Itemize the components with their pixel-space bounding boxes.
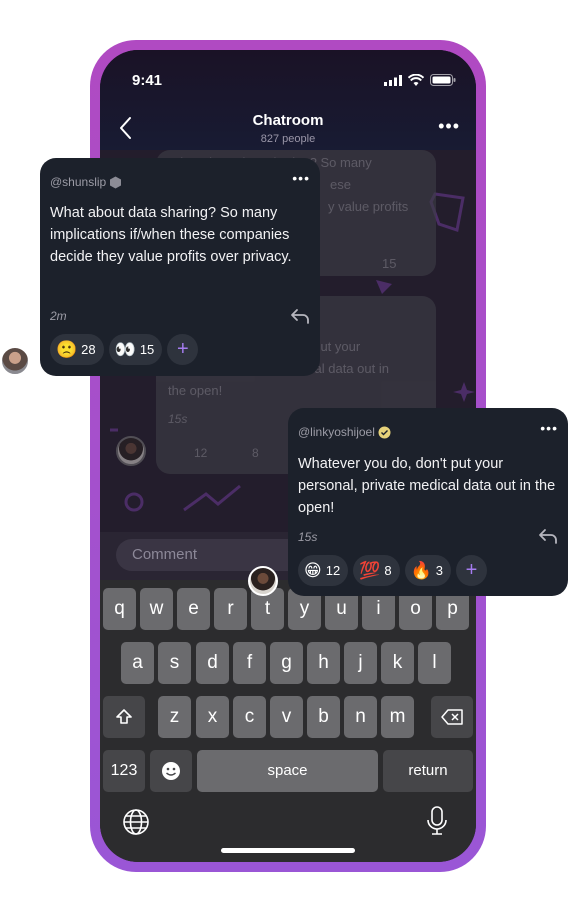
more-options-button[interactable]: ••• — [438, 116, 460, 137]
status-time: 9:41 — [132, 72, 163, 89]
globe-icon — [123, 809, 149, 835]
reply-button[interactable] — [290, 308, 310, 324]
reaction-chip[interactable]: 🔥 3 — [404, 555, 452, 586]
reaction-emoji: 🙁 — [56, 340, 78, 359]
message-bubble[interactable]: @shunslip ••• What about data sharing? S… — [40, 158, 320, 376]
key-c[interactable]: c — [233, 696, 266, 738]
reaction-chip[interactable]: 🙁 28 — [50, 334, 104, 365]
status-bar: 9:41 — [100, 50, 476, 98]
reaction-emoji: 💯 — [359, 561, 381, 580]
reaction-row: 😁 12 💯 8 🔥 3 + — [298, 555, 488, 586]
key-q[interactable]: q — [103, 588, 136, 630]
reply-icon — [539, 529, 557, 544]
message-text: Whatever you do, don't put your personal… — [298, 456, 556, 516]
microphone-icon — [427, 806, 447, 835]
key-x[interactable]: x — [196, 696, 229, 738]
message-bubble[interactable]: @linkyoshijoel ••• Whatever you do, don'… — [288, 408, 568, 596]
delete-key[interactable] — [431, 696, 473, 738]
reaction-chip[interactable]: 👀 15 — [108, 334, 163, 365]
shift-key[interactable] — [103, 696, 145, 738]
globe-key[interactable] — [122, 808, 152, 838]
background-message-2-time: 15s — [168, 412, 188, 426]
signal-icon — [384, 74, 402, 86]
emoji-key[interactable] — [150, 750, 192, 792]
reaction-chip[interactable]: 😁 12 — [298, 555, 349, 586]
key-m[interactable]: m — [381, 696, 414, 738]
keyboard: q w e r t y u i o p a s d f g h j k l z — [100, 580, 476, 862]
avatar[interactable] — [0, 346, 30, 376]
emoji-icon — [162, 762, 180, 780]
status-icons — [384, 74, 456, 86]
reaction-count: 3 — [435, 563, 444, 578]
author-handle: @shunslip — [50, 175, 107, 189]
space-key[interactable]: space — [197, 750, 378, 792]
background-message-1-count: 15 — [382, 256, 397, 271]
background-message-2-reaction: 12 — [194, 446, 208, 460]
wifi-icon — [408, 74, 424, 86]
key-r[interactable]: r — [214, 588, 247, 630]
key-z[interactable]: z — [158, 696, 191, 738]
key-l[interactable]: l — [418, 642, 451, 684]
author-handle: @linkyoshijoel — [298, 425, 375, 439]
reaction-emoji: 😁 — [304, 561, 322, 580]
key-b[interactable]: b — [307, 696, 340, 738]
reply-icon — [291, 309, 309, 324]
reply-button[interactable] — [538, 528, 558, 544]
reaction-count: 15 — [139, 342, 155, 357]
home-indicator — [221, 848, 355, 853]
shift-icon — [116, 709, 132, 724]
badge-icon — [378, 426, 391, 438]
key-g[interactable]: g — [270, 642, 303, 684]
reaction-count: 8 — [384, 563, 392, 578]
badge-icon — [110, 176, 122, 188]
add-reaction-button[interactable]: + — [456, 555, 488, 586]
background-avatar — [116, 436, 146, 466]
dictation-key[interactable] — [426, 806, 450, 838]
message-time: 2m — [50, 309, 67, 323]
key-j[interactable]: j — [344, 642, 377, 684]
key-n[interactable]: n — [344, 696, 377, 738]
key-d[interactable]: d — [196, 642, 229, 684]
background-message-2-reaction: 8 — [252, 446, 259, 460]
reaction-count: 28 — [81, 342, 96, 357]
member-count: 827 people — [260, 133, 316, 145]
reaction-chip[interactable]: 💯 8 — [353, 555, 400, 586]
key-w[interactable]: w — [140, 588, 173, 630]
message-author[interactable]: @linkyoshijoel — [298, 425, 391, 439]
message-time: 15s — [298, 530, 318, 544]
reaction-emoji: 👀 — [114, 340, 136, 359]
chat-header: 9:41 Chatroom 827 people ••• — [100, 50, 476, 150]
message-author[interactable]: @shunslip — [50, 175, 122, 189]
avatar[interactable] — [248, 566, 278, 596]
key-k[interactable]: k — [381, 642, 414, 684]
reaction-count: 12 — [325, 563, 341, 578]
key-s[interactable]: s — [158, 642, 191, 684]
message-more-button[interactable]: ••• — [292, 170, 310, 186]
backspace-icon — [441, 709, 463, 725]
background-message-2-line: the open! — [168, 383, 223, 398]
battery-icon — [430, 74, 456, 86]
reaction-emoji: 🔥 — [410, 561, 432, 580]
key-h[interactable]: h — [307, 642, 340, 684]
key-f[interactable]: f — [233, 642, 266, 684]
message-more-button[interactable]: ••• — [540, 420, 558, 436]
key-v[interactable]: v — [270, 696, 303, 738]
add-reaction-button[interactable]: + — [167, 334, 199, 365]
reaction-row: 🙁 28 👀 15 + — [50, 334, 199, 365]
key-a[interactable]: a — [121, 642, 154, 684]
return-key[interactable]: return — [383, 750, 473, 792]
numbers-key[interactable]: 123 — [103, 750, 145, 792]
message-text: What about data sharing? So many implica… — [50, 205, 292, 265]
key-e[interactable]: e — [177, 588, 210, 630]
page-title: Chatroom — [252, 112, 324, 129]
